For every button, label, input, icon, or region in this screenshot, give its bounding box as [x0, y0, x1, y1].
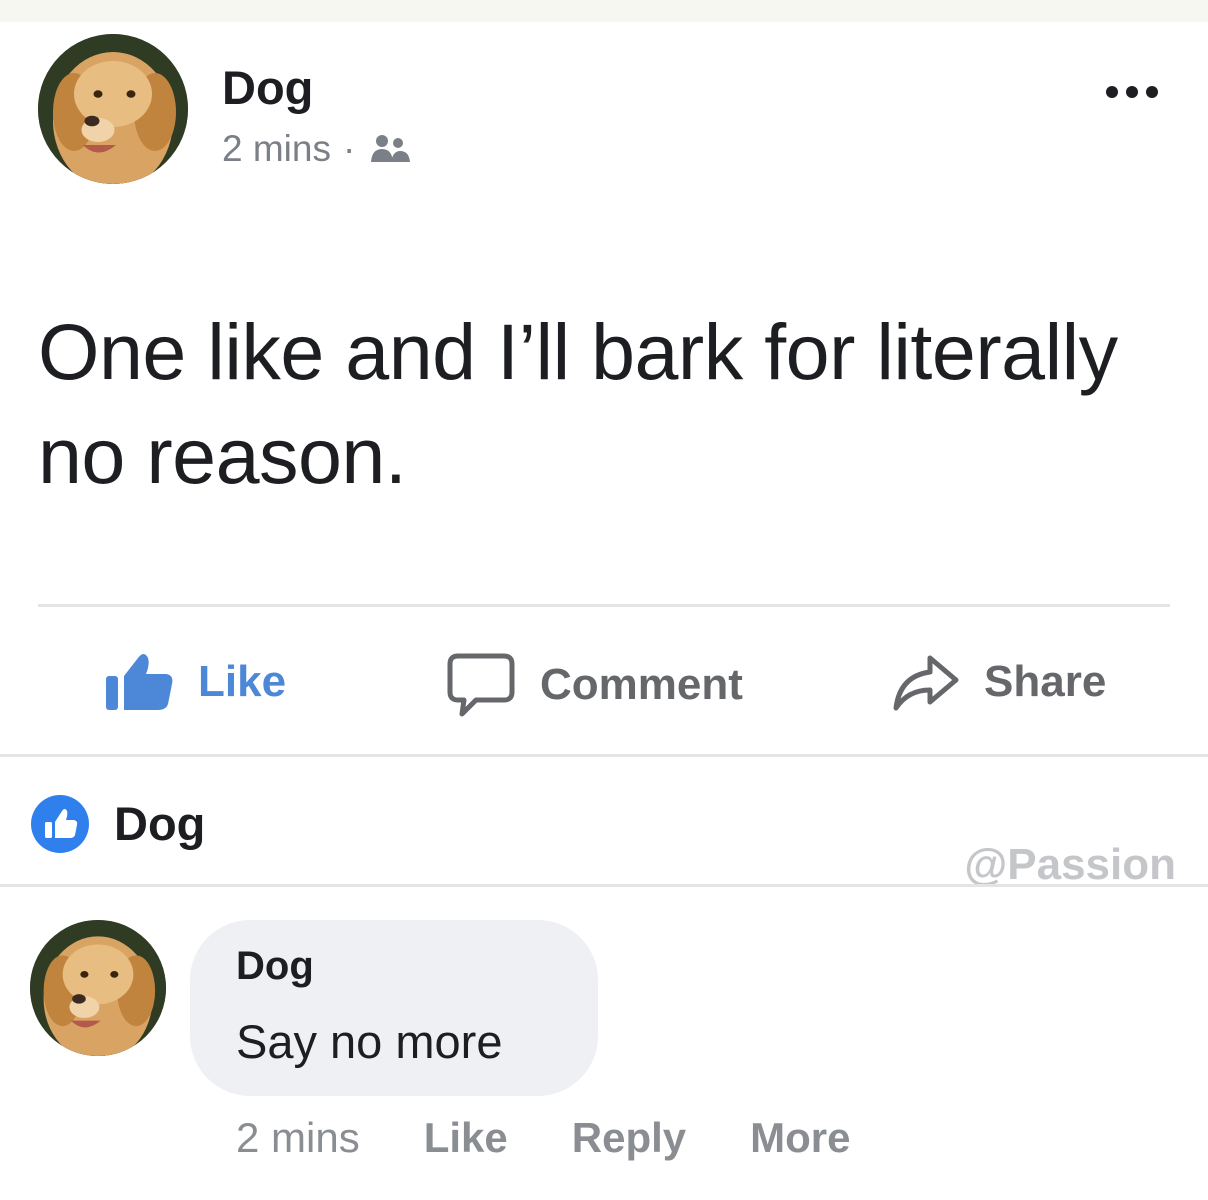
friends-icon[interactable] — [369, 132, 413, 166]
dog-avatar-image — [30, 920, 166, 1056]
comment-more-button[interactable]: More — [750, 1114, 850, 1162]
comment-button[interactable]: Comment — [446, 652, 743, 718]
share-label: Share — [984, 657, 1107, 706]
comment-actions: 2 mins Like Reply More — [236, 1114, 914, 1162]
post-author-name[interactable]: Dog — [222, 60, 313, 115]
share-button[interactable]: Share — [890, 652, 1106, 712]
divider — [38, 604, 1170, 607]
comment-reply-button[interactable]: Reply — [572, 1114, 686, 1162]
post-meta: 2 mins · — [222, 128, 413, 170]
thumbs-up-icon — [106, 654, 173, 710]
divider — [0, 884, 1208, 887]
comment-text: Say no more — [236, 1015, 503, 1068]
comment-icon — [447, 653, 515, 717]
dog-avatar-image — [38, 34, 188, 184]
reactor-name[interactable]: Dog — [114, 796, 205, 851]
post-text: One like and I’ll bark for literally no … — [38, 307, 1118, 500]
comment-timestamp[interactable]: 2 mins — [236, 1114, 360, 1162]
like-button[interactable]: Like — [104, 652, 286, 712]
divider — [0, 754, 1208, 757]
watermark: @Passion — [964, 840, 1176, 889]
like-label: Like — [198, 657, 287, 706]
share-icon — [893, 655, 959, 711]
top-strip — [0, 0, 1208, 22]
comment-label: Comment — [540, 660, 743, 709]
post-options-icon[interactable] — [1106, 86, 1158, 98]
meta-separator: · — [342, 128, 356, 169]
comment-like-button[interactable]: Like — [424, 1114, 508, 1162]
author-avatar[interactable] — [38, 34, 188, 184]
commenter-avatar[interactable] — [30, 920, 166, 1056]
comment-author-name[interactable]: Dog — [236, 944, 314, 989]
like-reaction-icon[interactable] — [30, 794, 90, 854]
post-timestamp[interactable]: 2 mins — [222, 128, 331, 170]
